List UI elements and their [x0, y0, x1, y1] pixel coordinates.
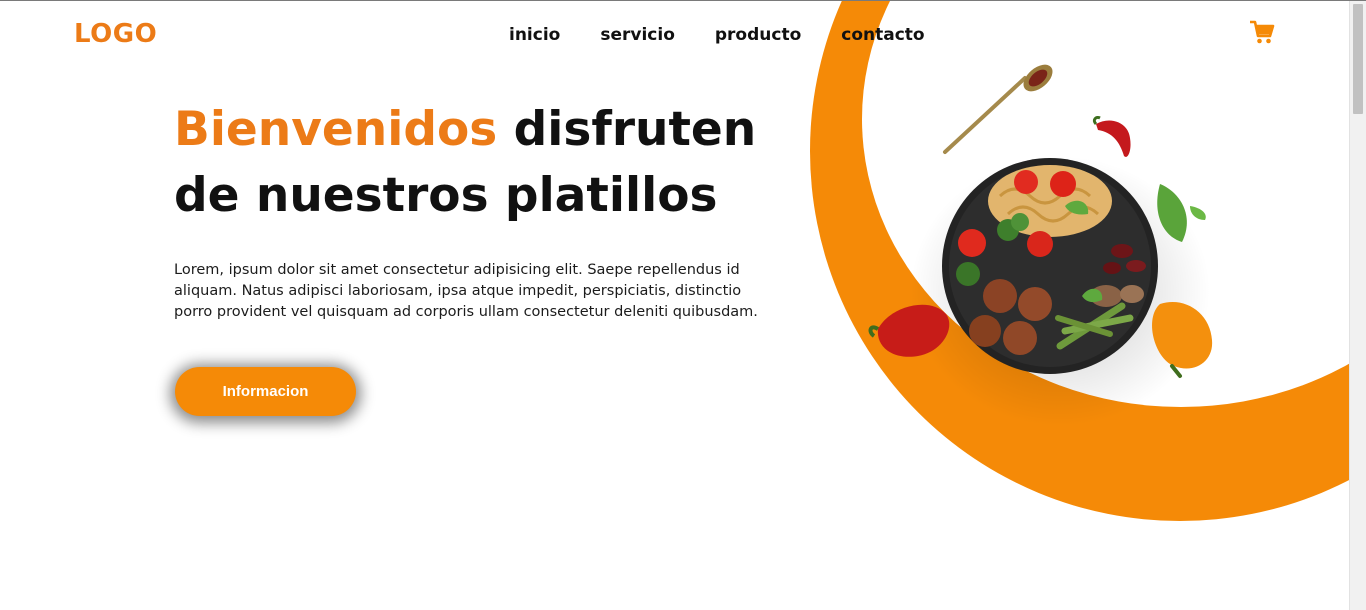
nav-link-producto[interactable]: producto [715, 25, 801, 45]
vertical-scrollbar[interactable] [1349, 1, 1366, 610]
spoon-decoration [943, 64, 1053, 154]
shopping-cart-icon[interactable] [1249, 19, 1275, 45]
nav-link-servicio[interactable]: servicio [600, 25, 675, 45]
hero-title: Bienvenidos disfruten de nuestros platil… [174, 97, 794, 229]
logo[interactable]: LOGO [74, 19, 157, 49]
landing-page: LOGO inicio servicio producto contacto B… [0, 0, 1366, 610]
nav-link-inicio[interactable]: inicio [509, 25, 560, 45]
main-nav: inicio servicio producto contacto [509, 25, 925, 45]
nav-link-contacto[interactable]: contacto [841, 25, 924, 45]
hero-title-accent: Bienvenidos [174, 102, 498, 157]
food-bowl-illustration [868, 64, 1213, 426]
hero-paragraph: Lorem, ipsum dolor sit amet consectetur … [174, 262, 758, 320]
scrollbar-thumb[interactable] [1353, 4, 1363, 114]
informacion-button[interactable]: Informacion [175, 367, 356, 416]
